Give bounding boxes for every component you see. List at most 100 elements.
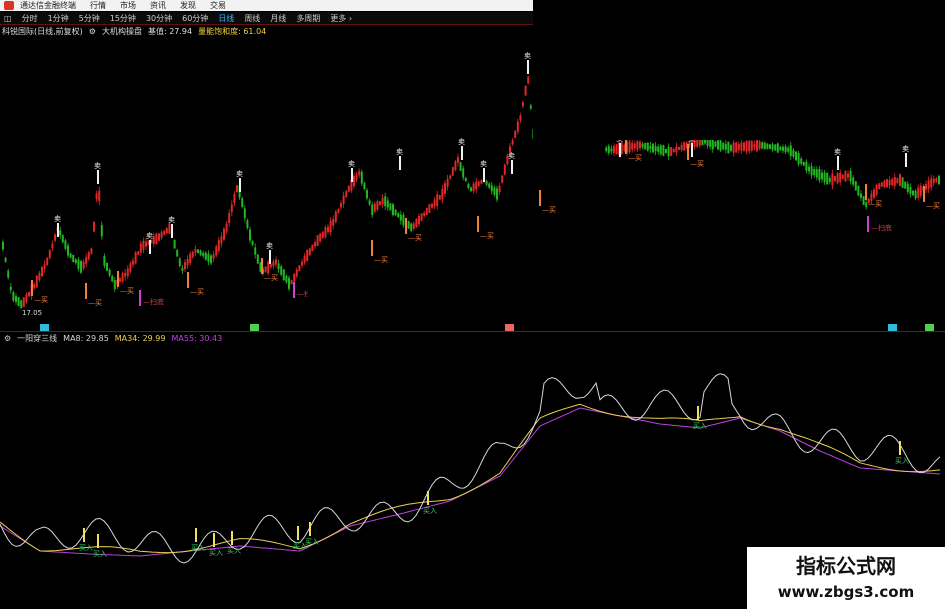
sell-signal-bar (351, 168, 353, 182)
candle-body (345, 191, 348, 197)
candle-body (319, 233, 322, 242)
candle-body (197, 249, 199, 254)
candle-body (730, 144, 732, 151)
candle-body (132, 260, 134, 265)
candle-body (912, 190, 914, 196)
buy-in-label: 买入 (93, 550, 107, 558)
candle-body (4, 257, 7, 262)
candle-body (477, 181, 480, 186)
candle-body (181, 267, 184, 271)
candle-body (925, 184, 927, 190)
candle-body (111, 276, 114, 282)
candle-body (230, 204, 233, 213)
candle-body (64, 240, 67, 249)
candle-body (366, 190, 368, 199)
candle-body (139, 243, 142, 253)
candle-body (485, 180, 488, 185)
candle-body (470, 187, 472, 192)
candle-body (784, 146, 787, 153)
candle-body (678, 146, 680, 150)
candle-body (163, 231, 166, 235)
candle-body (878, 183, 881, 189)
buy-signal-label: —买 (480, 232, 494, 240)
candle-body (80, 261, 82, 273)
buy-signal-label: —买 (264, 274, 278, 282)
candle-body (919, 185, 922, 196)
candle-body (493, 187, 496, 195)
candle-body (74, 259, 77, 263)
candle-body (436, 194, 439, 206)
candle-body (134, 252, 137, 264)
sell-signal-bar (149, 240, 151, 254)
candle-body (823, 172, 826, 183)
buy-in-bar (427, 491, 429, 505)
candle-body (753, 143, 756, 148)
candle-body (657, 146, 660, 152)
buy-signal-bar (31, 280, 33, 296)
candle-body (748, 140, 751, 152)
candle-body (189, 253, 192, 264)
candle-body (98, 190, 101, 202)
candle-body (880, 182, 883, 187)
candle-body (9, 286, 12, 291)
candle-body (865, 202, 868, 208)
candle-body (745, 141, 748, 152)
candle-body (2, 241, 4, 250)
candle-body (77, 259, 80, 269)
candle-body (199, 250, 202, 256)
candle-body (501, 175, 504, 183)
candle-body (758, 141, 761, 149)
candle-body (418, 215, 420, 225)
candle-body (100, 224, 103, 237)
candle-body (496, 188, 498, 200)
period-badge (250, 324, 259, 331)
candle-body (145, 241, 147, 247)
candle-body (454, 161, 457, 171)
buy-signal-bar (85, 283, 87, 299)
candle-body (776, 143, 779, 153)
candle-body (722, 142, 725, 150)
candle-body (797, 153, 800, 165)
candle-body (69, 253, 72, 258)
candle-body (85, 256, 88, 264)
sell-signal-label: 卖 (54, 215, 61, 223)
candle-body (472, 183, 475, 192)
candle-body (789, 145, 792, 157)
candle-body (930, 178, 933, 188)
candle-body (316, 235, 319, 246)
sell-signal-label: 卖 (834, 148, 841, 156)
buy-in-bar (899, 441, 901, 455)
candle-body (519, 115, 522, 121)
candle-body (813, 169, 816, 176)
candle-body (636, 141, 639, 150)
candle-body (779, 146, 782, 151)
candle-body (420, 213, 423, 221)
candle-body (893, 176, 896, 186)
candle-body (750, 141, 753, 151)
sell-signal-bar (483, 168, 485, 182)
candle-body (256, 254, 259, 264)
candle-body (158, 233, 160, 241)
candle-body (649, 145, 652, 149)
buy-in-bar (697, 406, 699, 420)
period-badge (505, 324, 514, 331)
candle-body (423, 212, 426, 216)
candle-body (665, 148, 667, 154)
candle-body (142, 240, 145, 250)
candle-body (467, 183, 470, 189)
candle-body (106, 262, 108, 271)
candle-body (774, 144, 777, 151)
candle-body (397, 213, 400, 217)
sell-signal-bar (511, 160, 513, 174)
candle-body (771, 144, 774, 150)
candle-body (20, 300, 23, 308)
candle-body (410, 223, 413, 231)
candle-body (241, 198, 244, 207)
candle-body (381, 197, 384, 205)
candle-body (267, 261, 270, 274)
buy-signal-label: —买 (868, 200, 882, 208)
candle-body (641, 143, 644, 148)
candle-body (839, 172, 842, 182)
candle-body (402, 214, 405, 226)
candle-body (834, 176, 836, 182)
